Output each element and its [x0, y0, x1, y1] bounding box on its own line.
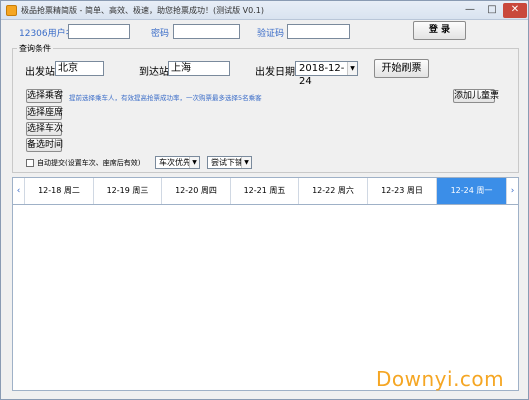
to-station-field[interactable]: 上海: [168, 61, 230, 76]
date-picker[interactable]: 2018-12-24 ▼: [295, 61, 358, 87]
password-field[interactable]: [173, 24, 240, 39]
auto-submit-label: 自动提交(设置车次、座席后有效): [37, 159, 141, 167]
select-seat-button[interactable]: 选择座席: [26, 106, 63, 120]
select-passenger-button[interactable]: 选择乘客: [26, 89, 63, 103]
app-icon: [6, 5, 17, 16]
dropdown-arrow-icon[interactable]: ▼: [347, 62, 357, 75]
close-button[interactable]: ✕: [503, 3, 527, 18]
date-tab-bar: ‹ 12-18 周二 12-19 周三 12-20 周四 12-21 周五 12…: [12, 177, 519, 205]
date-tab-selected[interactable]: 12-24 周一: [437, 178, 506, 204]
dropdown-arrow-icon[interactable]: ▼: [189, 157, 199, 168]
window-title: 极品抢票精简版 - 简单、高效、极速，助您抢票成功！(测试版 V0.1): [21, 6, 264, 15]
date-tab[interactable]: 12-22 周六: [299, 178, 368, 204]
date-tab[interactable]: 12-19 周三: [94, 178, 162, 204]
title-bar: 极品抢票精简版 - 简单、高效、极速，助您抢票成功！(测试版 V0.1) — □…: [1, 1, 528, 20]
from-station-label: 出发站: [25, 67, 55, 78]
watermark: Downyi.com: [376, 367, 505, 391]
captcha-field[interactable]: [287, 24, 350, 39]
date-tab[interactable]: 12-20 周四: [162, 178, 231, 204]
date-tab[interactable]: 12-23 周日: [368, 178, 437, 204]
order-select[interactable]: 尝试下铺 ▼: [207, 156, 252, 169]
username-label: 12306用户名: [19, 29, 75, 39]
priority-select[interactable]: 车次优先 ▼: [155, 156, 200, 169]
maximize-button[interactable]: □: [481, 3, 503, 18]
results-panel: [12, 205, 519, 391]
add-child-ticket-button[interactable]: 添加儿童票: [453, 89, 499, 103]
alternate-time-button[interactable]: 备选时间: [26, 138, 63, 152]
username-field[interactable]: [68, 24, 130, 39]
next-date-arrow-icon[interactable]: ›: [506, 178, 518, 204]
start-refresh-button[interactable]: 开始刷票: [374, 59, 429, 78]
password-label: 密码: [151, 29, 170, 39]
order-select-value: 尝试下铺: [211, 158, 243, 167]
passenger-hint: 提前选择乘车人，有效提高抢票成功率，一次购票最多选择5名乘客: [69, 94, 262, 102]
priority-select-value: 车次优先: [159, 158, 191, 167]
date-tab[interactable]: 12-21 周五: [231, 178, 299, 204]
auto-submit-checkbox[interactable]: [26, 159, 34, 167]
login-button[interactable]: 登 录: [413, 21, 466, 40]
app-window: 极品抢票精简版 - 简单、高效、极速，助您抢票成功！(测试版 V0.1) — □…: [0, 0, 529, 400]
dropdown-arrow-icon[interactable]: ▼: [241, 157, 251, 168]
prev-date-arrow-icon[interactable]: ‹: [13, 178, 25, 204]
to-station-label: 到达站: [139, 67, 169, 78]
captcha-label: 验证码: [257, 29, 285, 39]
select-train-button[interactable]: 选择车次: [26, 122, 63, 136]
minimize-button[interactable]: —: [459, 3, 481, 18]
query-group-title: 查询条件: [17, 43, 53, 54]
from-station-field[interactable]: 北京: [55, 61, 104, 76]
date-label: 出发日期: [255, 67, 295, 78]
date-tab[interactable]: 12-18 周二: [25, 178, 94, 204]
